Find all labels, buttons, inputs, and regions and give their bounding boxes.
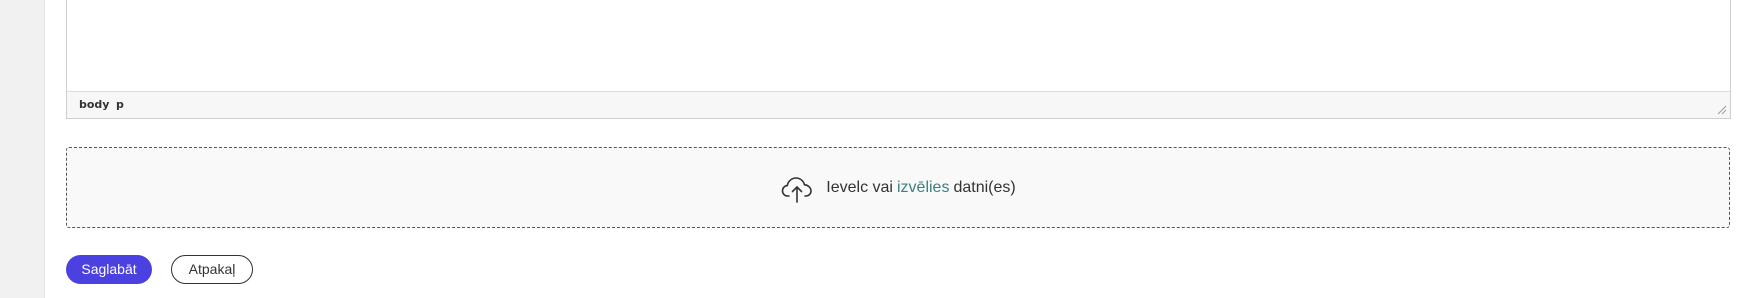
back-button[interactable]: Atpakaļ <box>171 255 253 284</box>
cloud-upload-icon <box>781 176 813 203</box>
save-button[interactable]: Saglabāt <box>66 255 152 284</box>
rich-text-editor[interactable]: body p <box>66 0 1731 119</box>
choose-files-link[interactable]: izvēlies <box>897 179 949 197</box>
dropzone-text-before: Ievelc vai <box>826 178 893 196</box>
editor-statusbar: body p <box>67 91 1730 118</box>
element-path-p[interactable]: p <box>116 98 124 111</box>
dropzone-content: Ievelc vai izvēlies datni(es) <box>67 148 1729 227</box>
editor-content-area[interactable] <box>67 0 1730 91</box>
element-path-body[interactable]: body <box>79 98 109 111</box>
left-sidebar-rail <box>0 0 45 298</box>
resize-handle-icon[interactable] <box>1717 105 1727 115</box>
dropzone-text-after: datni(es) <box>953 178 1016 196</box>
file-dropzone[interactable]: Ievelc vai izvēlies datni(es) <box>66 147 1730 228</box>
